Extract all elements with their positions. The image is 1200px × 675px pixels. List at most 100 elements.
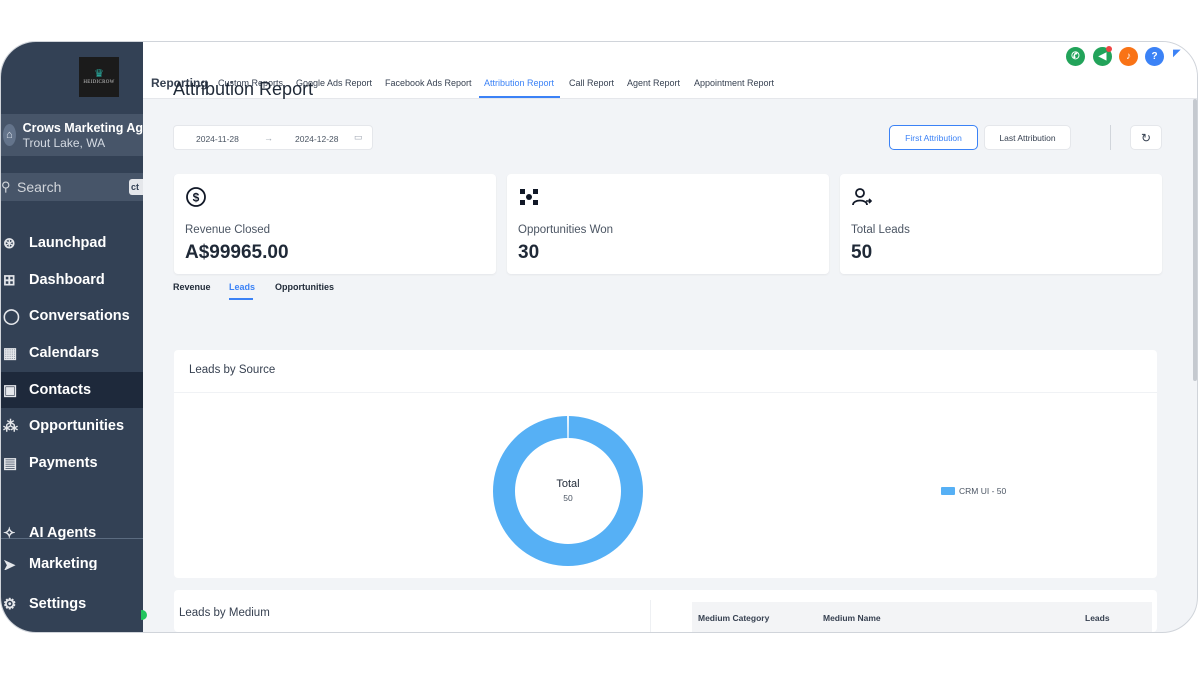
status-indicator	[141, 610, 147, 620]
scrollbar[interactable]	[1193, 99, 1197, 381]
divider	[174, 392, 1157, 393]
active-tab-indicator	[479, 96, 560, 98]
sidebar-item-label: AI Agents	[29, 525, 97, 541]
calendar-icon: ▭	[354, 132, 363, 142]
tab-call-report[interactable]: Call Report	[569, 78, 614, 88]
user-arrow-icon	[852, 188, 873, 206]
sidebar-item-label: Marketing	[29, 556, 98, 570]
contacts-icon: ▣	[3, 382, 18, 399]
donut-chart	[493, 416, 643, 566]
page-title: Attribution Report	[173, 79, 314, 99]
total-leads-card: Total Leads 50	[840, 174, 1162, 274]
search-label: Search	[17, 179, 62, 195]
collapse-icon[interactable]: ◤	[1173, 48, 1181, 59]
sidebar-item-ai-agents[interactable]: ✧ AI Agents	[1, 515, 143, 551]
legend-swatch	[941, 487, 955, 495]
search-input[interactable]: ⚲ Search ct	[1, 173, 143, 201]
search-icon: ⚲	[1, 179, 11, 194]
column-header[interactable]: Medium Category	[698, 613, 769, 623]
sidebar-item-label: Calendars	[29, 345, 100, 361]
gear-icon: ⚙	[3, 596, 17, 613]
sidebar-item-label: Conversations	[29, 308, 130, 324]
donut-total-value: 50	[563, 493, 573, 503]
donut-total-label: Total	[556, 478, 580, 490]
legend-label: CRM UI - 50	[959, 486, 1007, 496]
sidebar-item-calendars[interactable]: ▦ Calendars	[1, 335, 143, 371]
tab-facebook-ads-report[interactable]: Facebook Ads Report	[385, 78, 472, 88]
phone-icon[interactable]: ✆	[1066, 47, 1085, 66]
sidebar-item-label: Dashboard	[29, 272, 105, 288]
card-value: A$99965.00	[185, 242, 289, 263]
active-subtab-indicator	[229, 298, 253, 300]
panel-title: Leads by Medium	[179, 607, 270, 619]
help-icon[interactable]: ?	[1145, 47, 1164, 66]
sidebar-item-launchpad[interactable]: ⊛ Launchpad	[1, 225, 143, 261]
sidebar-item-payments[interactable]: ▤ Payments	[1, 445, 143, 481]
location-icon: ⌂	[3, 124, 16, 146]
rocket-icon: ⊛	[3, 235, 16, 252]
calendar-icon: ▦	[3, 345, 18, 362]
sidebar-item-label: Launchpad	[29, 235, 107, 251]
sidebar: ♛ HEIDICROW ⌂ Crows Marketing Ag Trout L…	[1, 42, 143, 632]
payments-icon: ▤	[3, 455, 18, 472]
revenue-closed-card: $ Revenue Closed A$99965.00	[174, 174, 496, 274]
card-value: 30	[518, 242, 540, 263]
end-date: 2024-12-28	[295, 134, 339, 144]
column-header[interactable]: Leads	[1085, 613, 1110, 623]
send-icon: ➤	[3, 557, 16, 570]
search-shortcut: ct	[129, 179, 143, 195]
sidebar-item-label: Opportunities	[29, 418, 125, 434]
leads-by-source-panel: Leads by Source Total 50 CRM UI - 50	[174, 350, 1157, 578]
account-location: Trout Lake, WA	[22, 135, 106, 150]
grid-icon: ⊞	[3, 272, 16, 289]
chat-icon: ◯	[3, 308, 20, 325]
tab-agent-report[interactable]: Agent Report	[627, 78, 680, 88]
sidebar-item-opportunities[interactable]: ⁂ Opportunities	[1, 408, 143, 444]
donut-slice-crm-ui[interactable]	[493, 416, 643, 566]
card-label: Revenue Closed	[185, 224, 271, 236]
refresh-button[interactable]: ↻	[1130, 125, 1162, 150]
card-label: Opportunities Won	[518, 224, 614, 236]
sidebar-item-conversations[interactable]: ◯ Conversations	[1, 298, 143, 334]
account-name: Crows Marketing Ag	[22, 120, 143, 135]
svg-text:$: $	[193, 191, 200, 205]
start-date: 2024-11-28	[196, 134, 239, 144]
subtab-leads[interactable]: Leads	[229, 282, 255, 292]
leads-by-medium-panel: Leads by Medium Medium Category Medium N…	[174, 590, 1157, 632]
sidebar-item-label: Settings	[29, 596, 87, 612]
card-label: Total Leads	[851, 224, 910, 236]
dollar-icon: $	[186, 187, 206, 207]
table-header: Medium Category Medium Name Leads	[692, 602, 1152, 632]
opportunities-icon: ⁂	[3, 418, 18, 435]
refresh-icon: ↻	[1140, 130, 1152, 145]
company-logo[interactable]: ♛ HEIDICROW	[79, 57, 119, 97]
sidebar-item-contacts[interactable]: ▣ Contacts	[1, 372, 143, 408]
last-attribution-button[interactable]: Last Attribution	[984, 125, 1071, 150]
subtab-opportunities[interactable]: Opportunities	[275, 282, 334, 292]
sidebar-item-marketing[interactable]: ➤ Marketing	[1, 556, 143, 570]
card-value: 50	[851, 242, 873, 263]
notification-dot	[1106, 46, 1112, 52]
crown-icon: ♛	[94, 68, 104, 80]
subtab-revenue[interactable]: Revenue	[173, 282, 211, 292]
date-range-picker[interactable]: 2024-11-28 → 2024-12-28 ▭	[173, 125, 373, 150]
column-header[interactable]: Medium Name	[823, 613, 881, 623]
arrow-right-icon: →	[264, 133, 273, 143]
divider	[1110, 125, 1111, 150]
panel-title: Leads by Source	[189, 364, 276, 376]
account-switcher[interactable]: ⌂ Crows Marketing Ag Trout Lake, WA	[1, 114, 143, 156]
sidebar-item-settings[interactable]: ⚙ Settings	[1, 586, 143, 622]
tab-appointment-report[interactable]: Appointment Report	[694, 78, 774, 88]
sidebar-item-label: Payments	[29, 455, 98, 471]
sidebar-item-dashboard[interactable]: ⊞ Dashboard	[1, 262, 143, 298]
opportunities-icon	[520, 189, 538, 205]
logo-text: HEIDICROW	[83, 80, 115, 85]
tab-attribution-report[interactable]: Attribution Report	[484, 78, 554, 88]
sparkle-icon: ✧	[3, 525, 16, 542]
divider	[650, 600, 651, 632]
chart-legend[interactable]: CRM UI - 50	[941, 486, 1006, 496]
first-attribution-button[interactable]: First Attribution	[889, 125, 978, 150]
sidebar-item-label: Contacts	[29, 382, 92, 398]
bell-icon[interactable]: ♪	[1119, 47, 1138, 66]
opportunities-won-card: Opportunities Won 30	[507, 174, 829, 274]
